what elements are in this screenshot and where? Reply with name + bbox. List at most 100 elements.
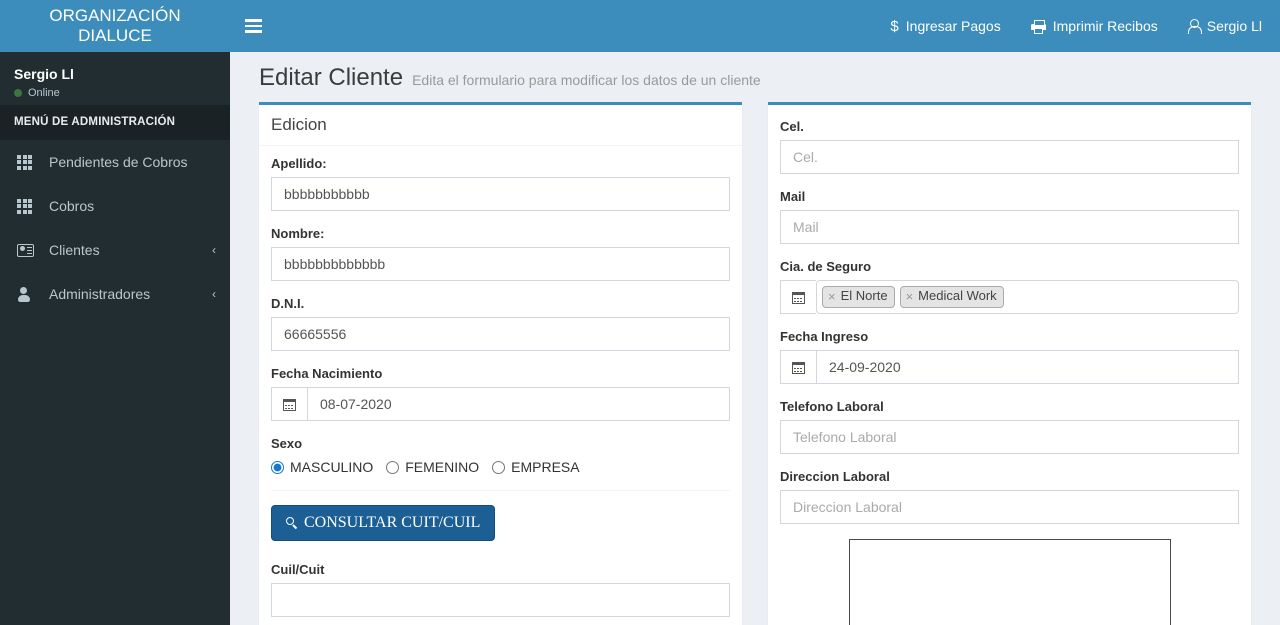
cuil-cuit-label: Cuil/Cuit: [271, 561, 325, 577]
edicion-panel-title: Edicion: [271, 115, 327, 134]
nombre-label: Nombre:: [271, 226, 325, 241]
cia-seguro-label: Cia. de Seguro: [780, 259, 872, 274]
sidebar-user-status: Online: [14, 87, 220, 99]
sexo-option-label[interactable]: FEMENINO: [405, 459, 479, 475]
cia-seguro-tag-label: El Norte: [840, 288, 888, 304]
fecha-nacimiento-group: Fecha Nacimiento: [271, 366, 730, 421]
remove-tag-icon[interactable]: ×: [906, 290, 914, 303]
page-subtitle: Edita el formulario para modificar los d…: [412, 72, 761, 88]
sidebar-item-label: Clientes: [49, 242, 100, 258]
map-placeholder-box[interactable]: [848, 539, 1171, 625]
sexo-radio-femenino[interactable]: [386, 460, 400, 474]
cuil-cuit-input[interactable]: [271, 582, 730, 617]
id-card-icon: [17, 243, 39, 257]
cia-seguro-tag[interactable]: × Medical Work: [899, 286, 1004, 308]
chevron-left-icon: ‹: [212, 287, 216, 301]
cia-seguro-input-group: × El Norte × Medical Work: [780, 280, 1239, 314]
nombre-input[interactable]: [271, 247, 730, 281]
imprimir-recibos-link[interactable]: Imprimir Recibos: [1016, 0, 1173, 52]
sidebar-item-administradores[interactable]: Administradores ‹: [0, 272, 230, 316]
fecha-nacimiento-label: Fecha Nacimiento: [271, 366, 383, 381]
form-row: Edicion Apellido: Nombre: D.N.I.: [245, 102, 1265, 625]
telefono-laboral-label: Telefono Laboral: [780, 399, 884, 414]
consultar-cuit-cuil-label: CONSULTAR CUIT/CUIL: [304, 514, 481, 531]
apellido-input[interactable]: [271, 177, 730, 211]
ingresar-pagos-link[interactable]: $ Ingresar Pagos: [875, 0, 1015, 52]
telefono-laboral-input[interactable]: [780, 420, 1239, 454]
sexo-option-label[interactable]: EMPRESA: [511, 459, 579, 475]
calendar-icon[interactable]: [780, 280, 816, 314]
dni-label: D.N.I.: [271, 296, 305, 311]
cel-input[interactable]: [780, 140, 1239, 174]
grid-icon: [17, 198, 39, 214]
sidebar-user-name: Sergio Ll: [14, 66, 74, 82]
contacto-panel: Cel. Mail Cia. de Seguro: [768, 102, 1251, 625]
user-icon: [1187, 19, 1202, 34]
cia-seguro-tag-field[interactable]: × El Norte × Medical Work: [816, 280, 1239, 314]
apellido-label: Apellido:: [271, 156, 327, 171]
direccion-laboral-label: Direccion Laboral: [780, 469, 890, 484]
page-title: Editar Cliente: [259, 64, 404, 91]
brand-logo[interactable]: ORGANIZACIÓN DIALUCE: [0, 0, 230, 52]
brand-line-2: DIALUCE: [78, 26, 152, 45]
sidebar-user-status-label: Online: [28, 87, 60, 99]
chevron-left-icon: ‹: [212, 243, 216, 257]
sidebar: ORGANIZACIÓN DIALUCE Sergio Ll Online ME…: [0, 0, 230, 625]
content-wrapper: Editar Cliente Edita el formulario para …: [230, 52, 1280, 625]
cia-seguro-tag[interactable]: × El Norte: [822, 286, 895, 308]
search-icon: [286, 517, 297, 528]
nombre-group: Nombre:: [271, 226, 730, 281]
fecha-ingreso-input[interactable]: [816, 350, 1239, 384]
dollar-icon: $: [890, 17, 899, 35]
app-root: ORGANIZACIÓN DIALUCE Sergio Ll Online ME…: [0, 0, 1280, 625]
fecha-nacimiento-input[interactable]: [307, 387, 730, 421]
edicion-panel-header: Edicion: [259, 105, 742, 146]
direccion-laboral-input[interactable]: [780, 490, 1239, 524]
telefono-laboral-group: Telefono Laboral: [780, 399, 1239, 454]
printer-icon: [1030, 19, 1046, 34]
dni-group: D.N.I.: [271, 296, 730, 351]
edicion-panel-body: Apellido: Nombre: D.N.I. Fecha N: [259, 146, 742, 625]
sexo-option-femenino[interactable]: FEMENINO: [386, 459, 479, 475]
direccion-laboral-group: Direccion Laboral: [780, 469, 1239, 524]
sexo-option-masculino[interactable]: MASCULINO: [271, 459, 373, 475]
contacto-panel-body: Cel. Mail Cia. de Seguro: [768, 105, 1251, 625]
calendar-icon[interactable]: [271, 387, 307, 421]
sidebar-item-label: Administradores: [49, 286, 151, 302]
sexo-option-label[interactable]: MASCULINO: [290, 459, 373, 475]
mail-input[interactable]: [780, 210, 1239, 244]
sidebar-menu-header: MENÚ DE ADMINISTRACIÓN: [0, 106, 230, 140]
left-column: Edicion Apellido: Nombre: D.N.I.: [259, 102, 742, 625]
sexo-group: Sexo MASCULINO FEMENINO EMPRESA: [271, 436, 730, 475]
cel-label: Cel.: [780, 119, 804, 134]
hamburger-icon[interactable]: [230, 0, 276, 52]
sexo-option-empresa[interactable]: EMPRESA: [492, 459, 580, 475]
user-menu-link[interactable]: Sergio Ll: [1173, 0, 1280, 52]
brand-line-1: ORGANIZACIÓN: [49, 6, 181, 26]
fecha-ingreso-label: Fecha Ingreso: [780, 329, 869, 344]
cel-group: Cel.: [780, 119, 1239, 174]
sidebar-item-cobros[interactable]: Cobros: [0, 184, 230, 228]
imprimir-recibos-label: Imprimir Recibos: [1052, 18, 1158, 34]
top-navbar: $ Ingresar Pagos Imprimir Recibos Sergio…: [230, 0, 1280, 52]
sidebar-item-pendientes-de-cobros[interactable]: Pendientes de Cobros: [0, 140, 230, 184]
fecha-ingreso-input-group: [780, 350, 1239, 384]
dni-input[interactable]: [271, 317, 730, 351]
page-header: Editar Cliente Edita el formulario para …: [245, 52, 1265, 102]
sexo-label: Sexo: [271, 436, 303, 451]
apellido-group: Apellido:: [271, 156, 730, 211]
calendar-icon[interactable]: [780, 350, 816, 384]
sidebar-item-clientes[interactable]: Clientes ‹: [0, 228, 230, 272]
consultar-cuit-cuil-button[interactable]: CONSULTAR CUIT/CUIL: [271, 505, 496, 541]
user-menu-label: Sergio Ll: [1206, 18, 1262, 34]
fecha-nacimiento-input-group: [271, 387, 730, 421]
grid-icon: [17, 154, 39, 170]
sidebar-item-label: Cobros: [49, 198, 95, 214]
sexo-radio-empresa[interactable]: [492, 460, 506, 474]
divider: [271, 490, 730, 491]
remove-tag-icon[interactable]: ×: [828, 290, 836, 303]
sidebar-user-panel: Sergio Ll Online: [0, 52, 230, 106]
user-icon: [17, 287, 39, 302]
sexo-radio-masculino[interactable]: [271, 460, 284, 474]
edicion-panel: Edicion Apellido: Nombre: D.N.I.: [259, 102, 742, 625]
